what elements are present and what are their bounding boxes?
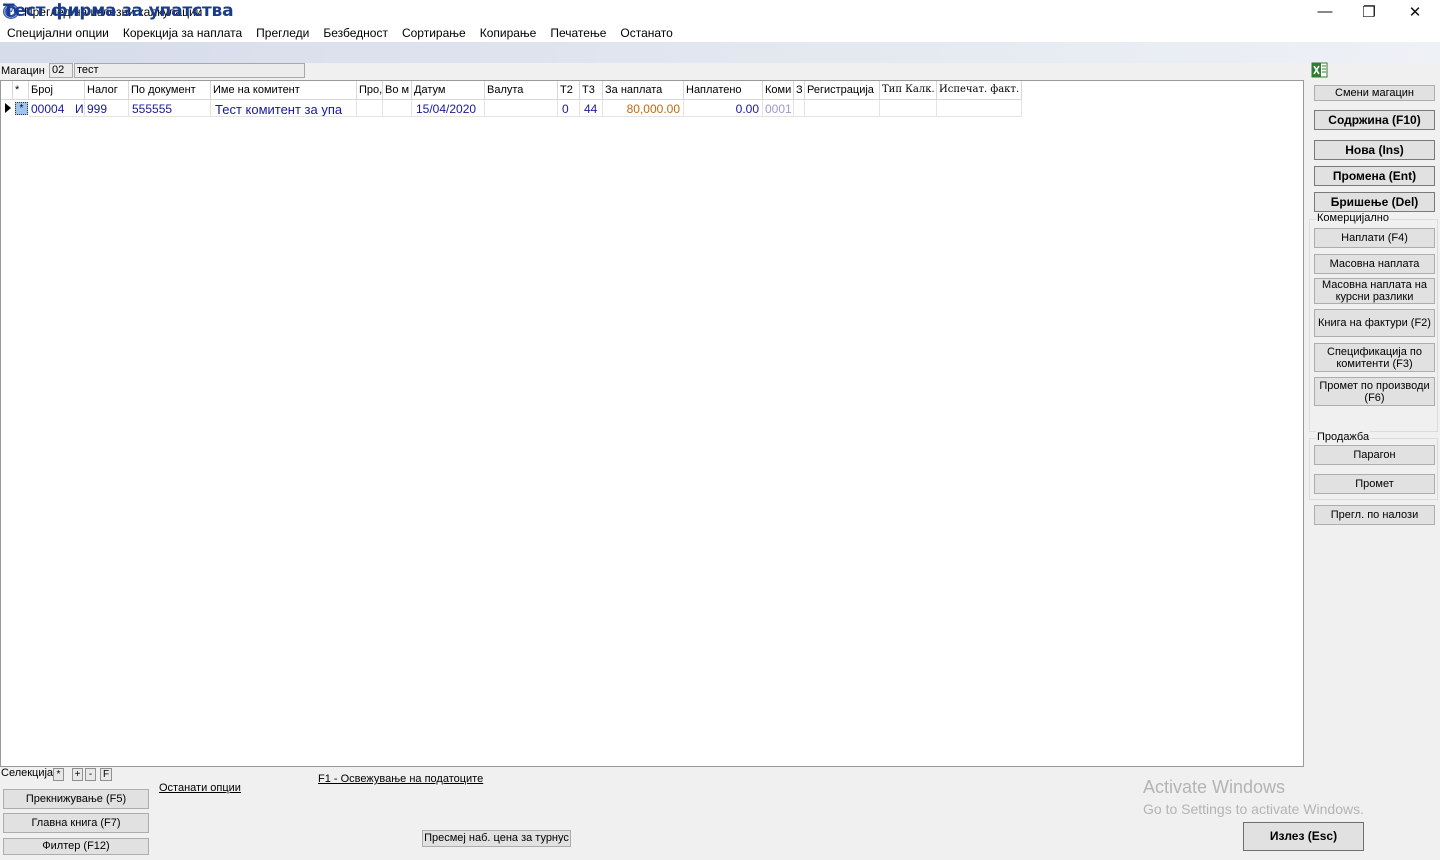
menu-printing[interactable]: Печатење	[543, 23, 613, 42]
column-header-date[interactable]: Датум	[412, 81, 485, 100]
menu-payment-correction[interactable]: Корекција за наплата	[116, 23, 249, 42]
select-plus-button[interactable]: +	[72, 768, 83, 781]
cell-pro[interactable]	[357, 100, 383, 117]
menu-views[interactable]: Прегледи	[249, 23, 316, 42]
restore-icon[interactable]: ❐	[1346, 0, 1392, 23]
row-pointer-icon	[5, 103, 11, 113]
cell-t3[interactable]: 44	[580, 100, 603, 117]
column-header-z[interactable]: З	[794, 81, 805, 100]
cell-client-name[interactable]: Тест комитент за упа	[211, 100, 357, 117]
menu-copying[interactable]: Копирање	[473, 23, 544, 42]
column-header-client-name[interactable]: Име на комитент	[211, 81, 357, 100]
activate-windows-subtitle: Go to Settings to activate Windows.	[1143, 801, 1364, 817]
warehouse-name-field: тест	[74, 63, 305, 78]
column-header-paid[interactable]: Наплатено	[684, 81, 763, 100]
select-minus-button[interactable]: -	[85, 768, 96, 781]
cell-t2[interactable]: 0	[558, 100, 580, 117]
cell-printed-invoice[interactable]	[937, 100, 1022, 117]
company-header	[0, 42, 1440, 63]
close-icon[interactable]: ✕	[1392, 0, 1438, 23]
menu-sorting[interactable]: Сортирање	[395, 23, 473, 42]
exit-button[interactable]: Излез (Esc)	[1243, 822, 1364, 851]
cell-to-pay[interactable]: 80,000.00	[603, 100, 684, 117]
column-header-t2[interactable]: Т2	[558, 81, 580, 100]
new-button[interactable]: Нова (Ins)	[1314, 140, 1435, 160]
calculate-purchase-price-button[interactable]: Пресмеј наб. цена за турнус	[422, 830, 571, 847]
delete-button[interactable]: Бришење (Del)	[1314, 192, 1435, 212]
change-warehouse-button[interactable]: Смени магацин	[1314, 85, 1435, 101]
column-header-to-pay[interactable]: За наплата	[603, 81, 684, 100]
cell-paid[interactable]: 0.00	[684, 100, 763, 117]
sales-group-label: Продажба	[1316, 431, 1371, 443]
column-header-t3[interactable]: Т3	[580, 81, 603, 100]
column-header-number[interactable]: Број	[29, 81, 85, 100]
refresh-data-link[interactable]: F1 - Освежување на податоците	[318, 773, 483, 785]
commercial-group-label: Комерцијално	[1316, 212, 1390, 224]
cell-komi[interactable]: 0001	[763, 100, 794, 117]
menu-bar: Специјални опции Корекција за наплата Пр…	[0, 23, 1440, 42]
edit-button[interactable]: Промена (Ent)	[1314, 166, 1435, 186]
select-filter-button[interactable]: F	[100, 768, 112, 781]
cell-currency[interactable]	[485, 100, 558, 117]
filter-button[interactable]: Филтер (F12)	[3, 838, 149, 855]
warehouse-code-field: 02	[49, 63, 73, 78]
cell-date[interactable]: 15/04/2020	[412, 100, 485, 117]
cell-calc-type[interactable]	[880, 100, 937, 117]
excel-export-icon[interactable]	[1311, 62, 1328, 78]
menu-other[interactable]: Останато	[613, 23, 679, 42]
invoice-book-button[interactable]: Книга на фактури (F2)	[1314, 309, 1435, 337]
menu-special-options[interactable]: Специјални опции	[0, 23, 116, 42]
mass-payment-button[interactable]: Масовна наплата	[1314, 254, 1435, 274]
cell-z[interactable]	[794, 100, 805, 117]
company-title: Тест фирма за упатства	[3, 1, 234, 21]
column-header-calc-type[interactable]: Тип Калк.	[880, 81, 937, 100]
menu-security[interactable]: Безбедност	[316, 23, 395, 42]
product-turnover-button[interactable]: Промет по производи (F6)	[1314, 377, 1435, 406]
turnover-button[interactable]: Промет	[1314, 474, 1435, 494]
column-header-currency[interactable]: Валута	[485, 81, 558, 100]
client-specification-button[interactable]: Спецификација по комитенти (F3)	[1314, 343, 1435, 372]
contents-button[interactable]: Содржина (F10)	[1314, 110, 1435, 130]
column-header-komi[interactable]: Коми	[763, 81, 794, 100]
view-by-orders-button[interactable]: Прегл. по налози	[1314, 505, 1435, 525]
calculations-grid[interactable]: * Број Налог По документ Име на комитент…	[0, 80, 1304, 767]
row-select-checkbox[interactable]: *	[15, 102, 28, 115]
selection-label: Селекција:	[1, 767, 57, 779]
column-header-document[interactable]: По документ	[129, 81, 211, 100]
other-options-link[interactable]: Останати опции	[159, 782, 241, 794]
activate-windows-title: Activate Windows	[1143, 777, 1286, 797]
column-header-vo-m[interactable]: Во м	[383, 81, 412, 100]
cell-order[interactable]: 999	[85, 100, 129, 117]
paragon-button[interactable]: Парагон	[1314, 445, 1435, 465]
select-all-button[interactable]: *	[53, 768, 64, 781]
column-header-select[interactable]: *	[13, 81, 29, 100]
pay-button[interactable]: Наплати (F4)	[1314, 228, 1435, 248]
cell-registration[interactable]	[805, 100, 880, 117]
rebook-button[interactable]: Прекнижување (F5)	[3, 789, 149, 809]
column-header-registration[interactable]: Регистрација	[805, 81, 880, 100]
cell-type[interactable]: И	[73, 100, 85, 117]
cell-document[interactable]: 555555	[129, 100, 211, 117]
column-header-printed-invoice[interactable]: Испечат. факт.	[937, 81, 1022, 100]
column-header-indicator	[1, 81, 13, 100]
cell-vo-m[interactable]	[383, 100, 412, 117]
cell-number[interactable]: 00004	[29, 100, 79, 117]
general-ledger-button[interactable]: Главна книга (F7)	[3, 813, 149, 833]
column-header-pro[interactable]: Про,	[357, 81, 383, 100]
column-header-order[interactable]: Налог	[85, 81, 129, 100]
warehouse-label: Магацин	[1, 65, 45, 77]
mass-payment-exchange-button[interactable]: Масовна наплата на курсни разлики	[1314, 278, 1435, 304]
minimize-icon[interactable]: —	[1302, 0, 1348, 23]
